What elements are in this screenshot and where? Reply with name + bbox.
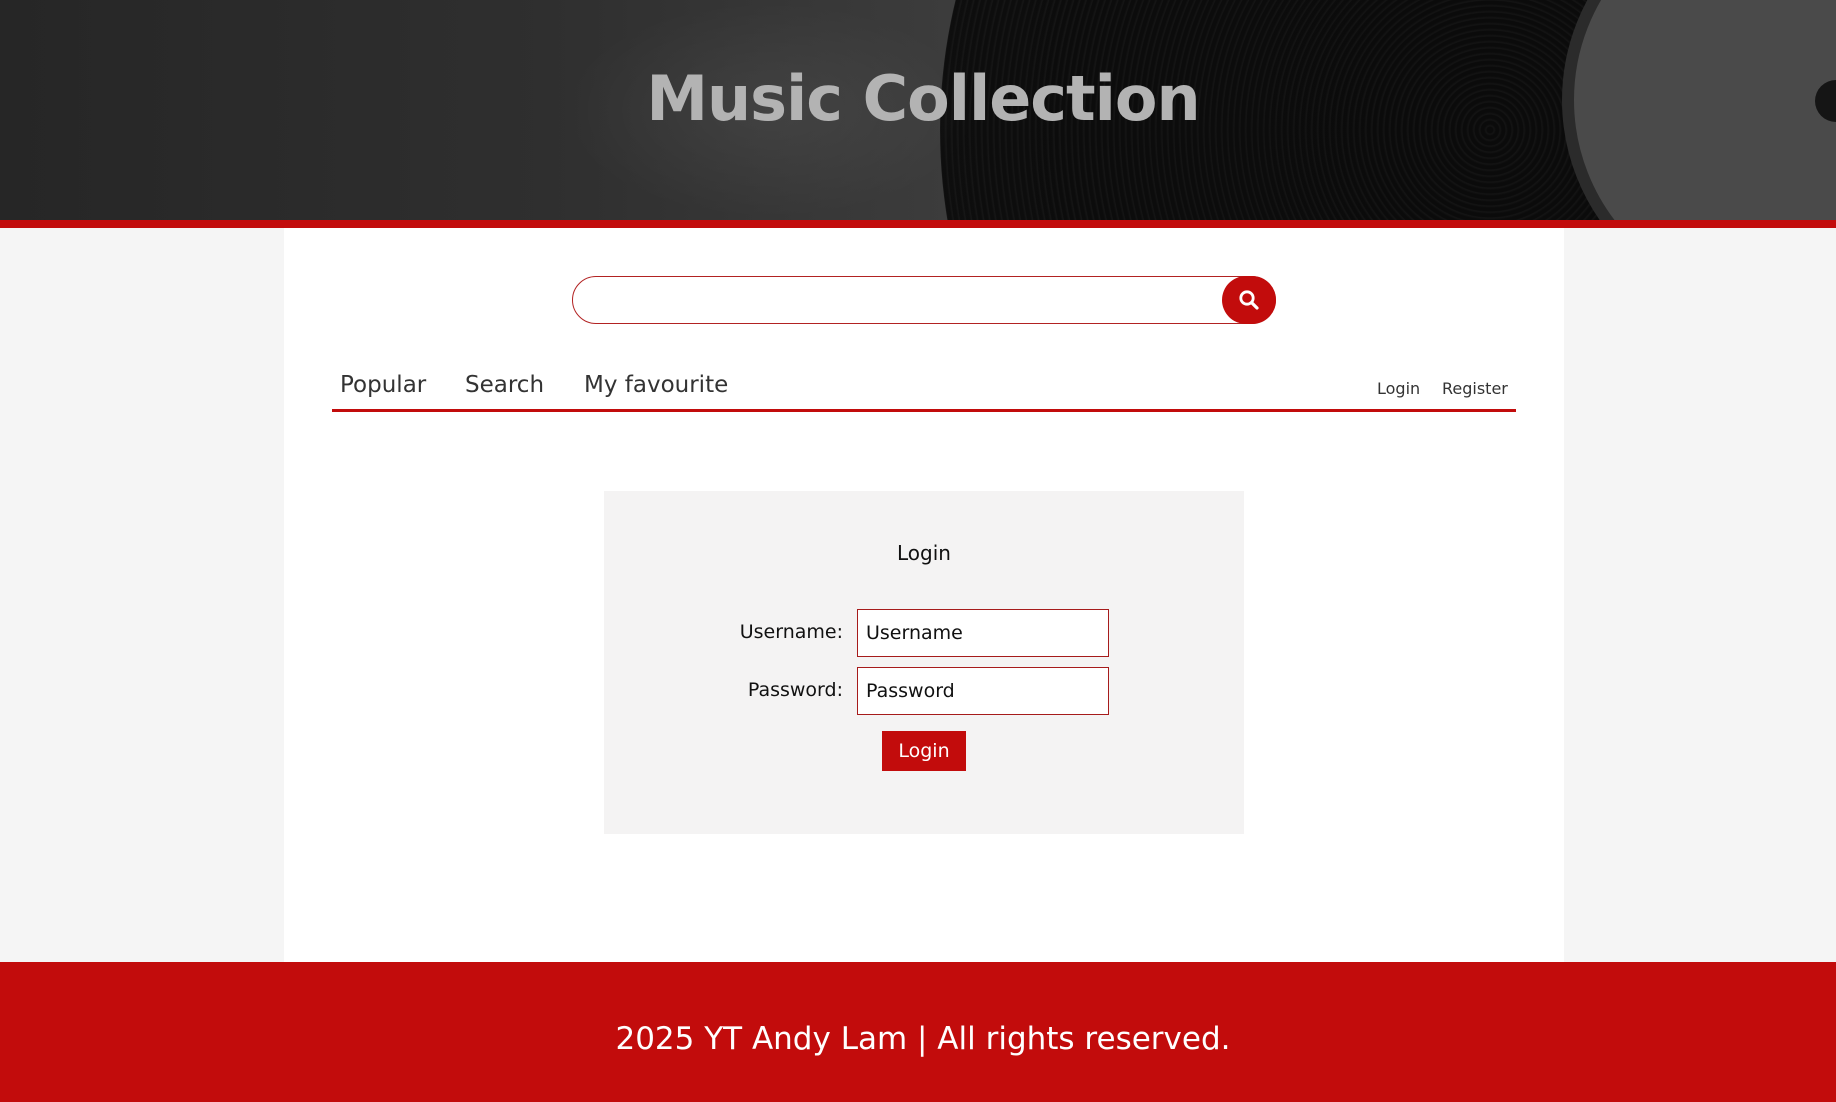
password-label: Password: bbox=[747, 679, 843, 701]
tab-search[interactable]: Search bbox=[465, 372, 544, 398]
search-button[interactable] bbox=[1222, 276, 1276, 324]
site-title: Music Collection bbox=[646, 62, 1200, 135]
login-heading: Login bbox=[897, 541, 951, 565]
main-nav: Popular Search My favourite Login Regist… bbox=[332, 368, 1516, 412]
search-input[interactable] bbox=[572, 276, 1276, 324]
search-icon bbox=[1239, 290, 1259, 310]
footer-copyright: 2025 YT Andy Lam | All rights reserved. bbox=[615, 1021, 1231, 1057]
tab-my-favourite[interactable]: My favourite bbox=[584, 372, 728, 398]
header-banner: Music Collection bbox=[0, 0, 1836, 220]
login-link[interactable]: Login bbox=[1377, 379, 1420, 398]
username-label: Username: bbox=[739, 621, 843, 643]
username-input[interactable] bbox=[857, 609, 1109, 657]
login-submit-button[interactable]: Login bbox=[882, 731, 966, 771]
footer: 2025 YT Andy Lam | All rights reserved. bbox=[0, 962, 1836, 1102]
register-link[interactable]: Register bbox=[1442, 379, 1508, 398]
login-card: Login Username: Password: Login bbox=[604, 491, 1244, 834]
tab-popular[interactable]: Popular bbox=[340, 372, 426, 398]
password-input[interactable] bbox=[857, 667, 1109, 715]
header-divider bbox=[0, 220, 1836, 228]
search-bar bbox=[572, 276, 1276, 324]
